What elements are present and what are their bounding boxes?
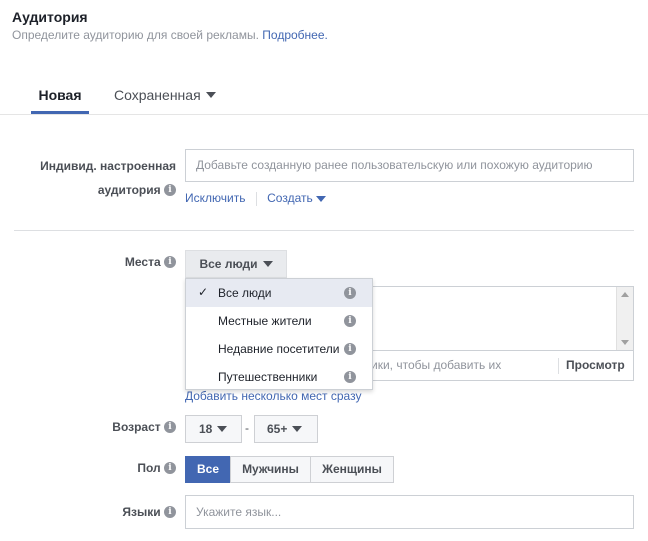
custom-audience-label-line2: аудитория (97, 183, 161, 197)
browse-button[interactable]: Просмотр (566, 351, 625, 379)
checkmark-icon: ✓ (198, 285, 209, 299)
languages-label: Языки i (14, 505, 176, 519)
learn-more-link[interactable]: Подробнее. (262, 28, 328, 42)
languages-input[interactable]: Укажите язык... (185, 495, 634, 529)
create-link[interactable]: Создать (267, 191, 326, 205)
scroll-down-icon[interactable] (621, 340, 629, 345)
age-label-text: Возраст (112, 420, 161, 434)
gender-label-text: Пол (137, 461, 161, 475)
tab-new-label: Новая (38, 87, 82, 103)
tab-saved[interactable]: Сохраненная (114, 82, 216, 114)
section-divider (14, 230, 634, 231)
locations-type-dropdown: ✓ Все люди i Местные жители i Недавние п… (185, 278, 373, 390)
info-icon[interactable]: i (164, 420, 176, 433)
info-icon[interactable]: i (344, 343, 356, 355)
custom-audience-label-line2-wrap: аудитория i (14, 178, 176, 202)
dropdown-option-travelers[interactable]: Путешественники i (186, 363, 372, 391)
info-icon[interactable]: i (344, 371, 356, 383)
info-icon[interactable]: i (164, 255, 176, 268)
actions-divider (255, 191, 257, 206)
gender-option-women[interactable]: Женщины (310, 456, 394, 483)
custom-audience-actions: Исключить Создать (185, 191, 326, 207)
locations-label: Места i (14, 255, 176, 269)
chevron-down-icon (292, 425, 303, 432)
age-max-value: 65+ (267, 422, 288, 436)
age-min-value: 18 (199, 422, 213, 436)
gender-label: Пол i (14, 461, 176, 475)
option-label: Местные жители (218, 314, 312, 328)
chevron-down-icon (205, 92, 216, 99)
tab-new[interactable]: Новая (31, 82, 89, 114)
info-icon[interactable]: i (344, 315, 356, 327)
info-icon[interactable]: i (164, 183, 176, 196)
create-link-label: Создать (267, 191, 313, 205)
gender-option-all[interactable]: Все (185, 456, 231, 483)
browse-divider (558, 358, 559, 374)
add-multiple-locations-link[interactable]: Добавить несколько мест сразу (185, 389, 361, 403)
locations-type-value: Все люди (199, 257, 258, 271)
dropdown-option-locals[interactable]: Местные жители i (186, 307, 372, 335)
option-label: Все люди (218, 286, 272, 300)
info-icon[interactable]: i (344, 287, 356, 299)
age-separator: - (245, 421, 249, 435)
locations-label-text: Места (124, 255, 161, 269)
caret-down-icon (315, 195, 326, 202)
chevron-down-icon (217, 425, 228, 432)
languages-placeholder: Укажите язык... (196, 505, 282, 519)
custom-audience-label: Индивид. настроенная аудитория i (14, 154, 176, 202)
languages-label-text: Языки (122, 505, 161, 519)
custom-audience-input[interactable]: Добавьте созданную ранее пользовательску… (185, 149, 634, 182)
custom-audience-label-line1: Индивид. настроенная (40, 159, 176, 173)
subtitle-text: Определите аудиторию для своей рекламы. (12, 28, 259, 42)
locations-search-placeholder: ики, чтобы добавить их (371, 358, 502, 372)
tab-saved-label: Сохраненная (114, 87, 201, 103)
info-icon[interactable]: i (164, 461, 176, 474)
dropdown-option-recent-visitors[interactable]: Недавние посетители i (186, 335, 372, 363)
exclude-link[interactable]: Исключить (185, 191, 245, 205)
section-title: Аудитория (12, 9, 88, 25)
age-label: Возраст i (14, 420, 176, 434)
scroll-up-icon[interactable] (621, 292, 629, 297)
locations-scrollbar[interactable] (616, 287, 633, 350)
option-label: Путешественники (218, 370, 318, 384)
age-min-select[interactable]: 18 (185, 415, 242, 443)
custom-audience-placeholder: Добавьте созданную ранее пользовательску… (196, 158, 593, 172)
gender-option-men[interactable]: Мужчины (230, 456, 311, 483)
section-subtitle: Определите аудиторию для своей рекламы. … (12, 28, 328, 42)
age-max-select[interactable]: 65+ (254, 415, 318, 443)
dropdown-option-all-people[interactable]: ✓ Все люди i (186, 279, 372, 307)
option-label: Недавние посетители (218, 342, 340, 356)
info-icon[interactable]: i (164, 505, 176, 518)
tabs-divider (0, 114, 648, 115)
locations-type-selector[interactable]: Все люди (185, 250, 287, 278)
chevron-down-icon (262, 260, 273, 267)
